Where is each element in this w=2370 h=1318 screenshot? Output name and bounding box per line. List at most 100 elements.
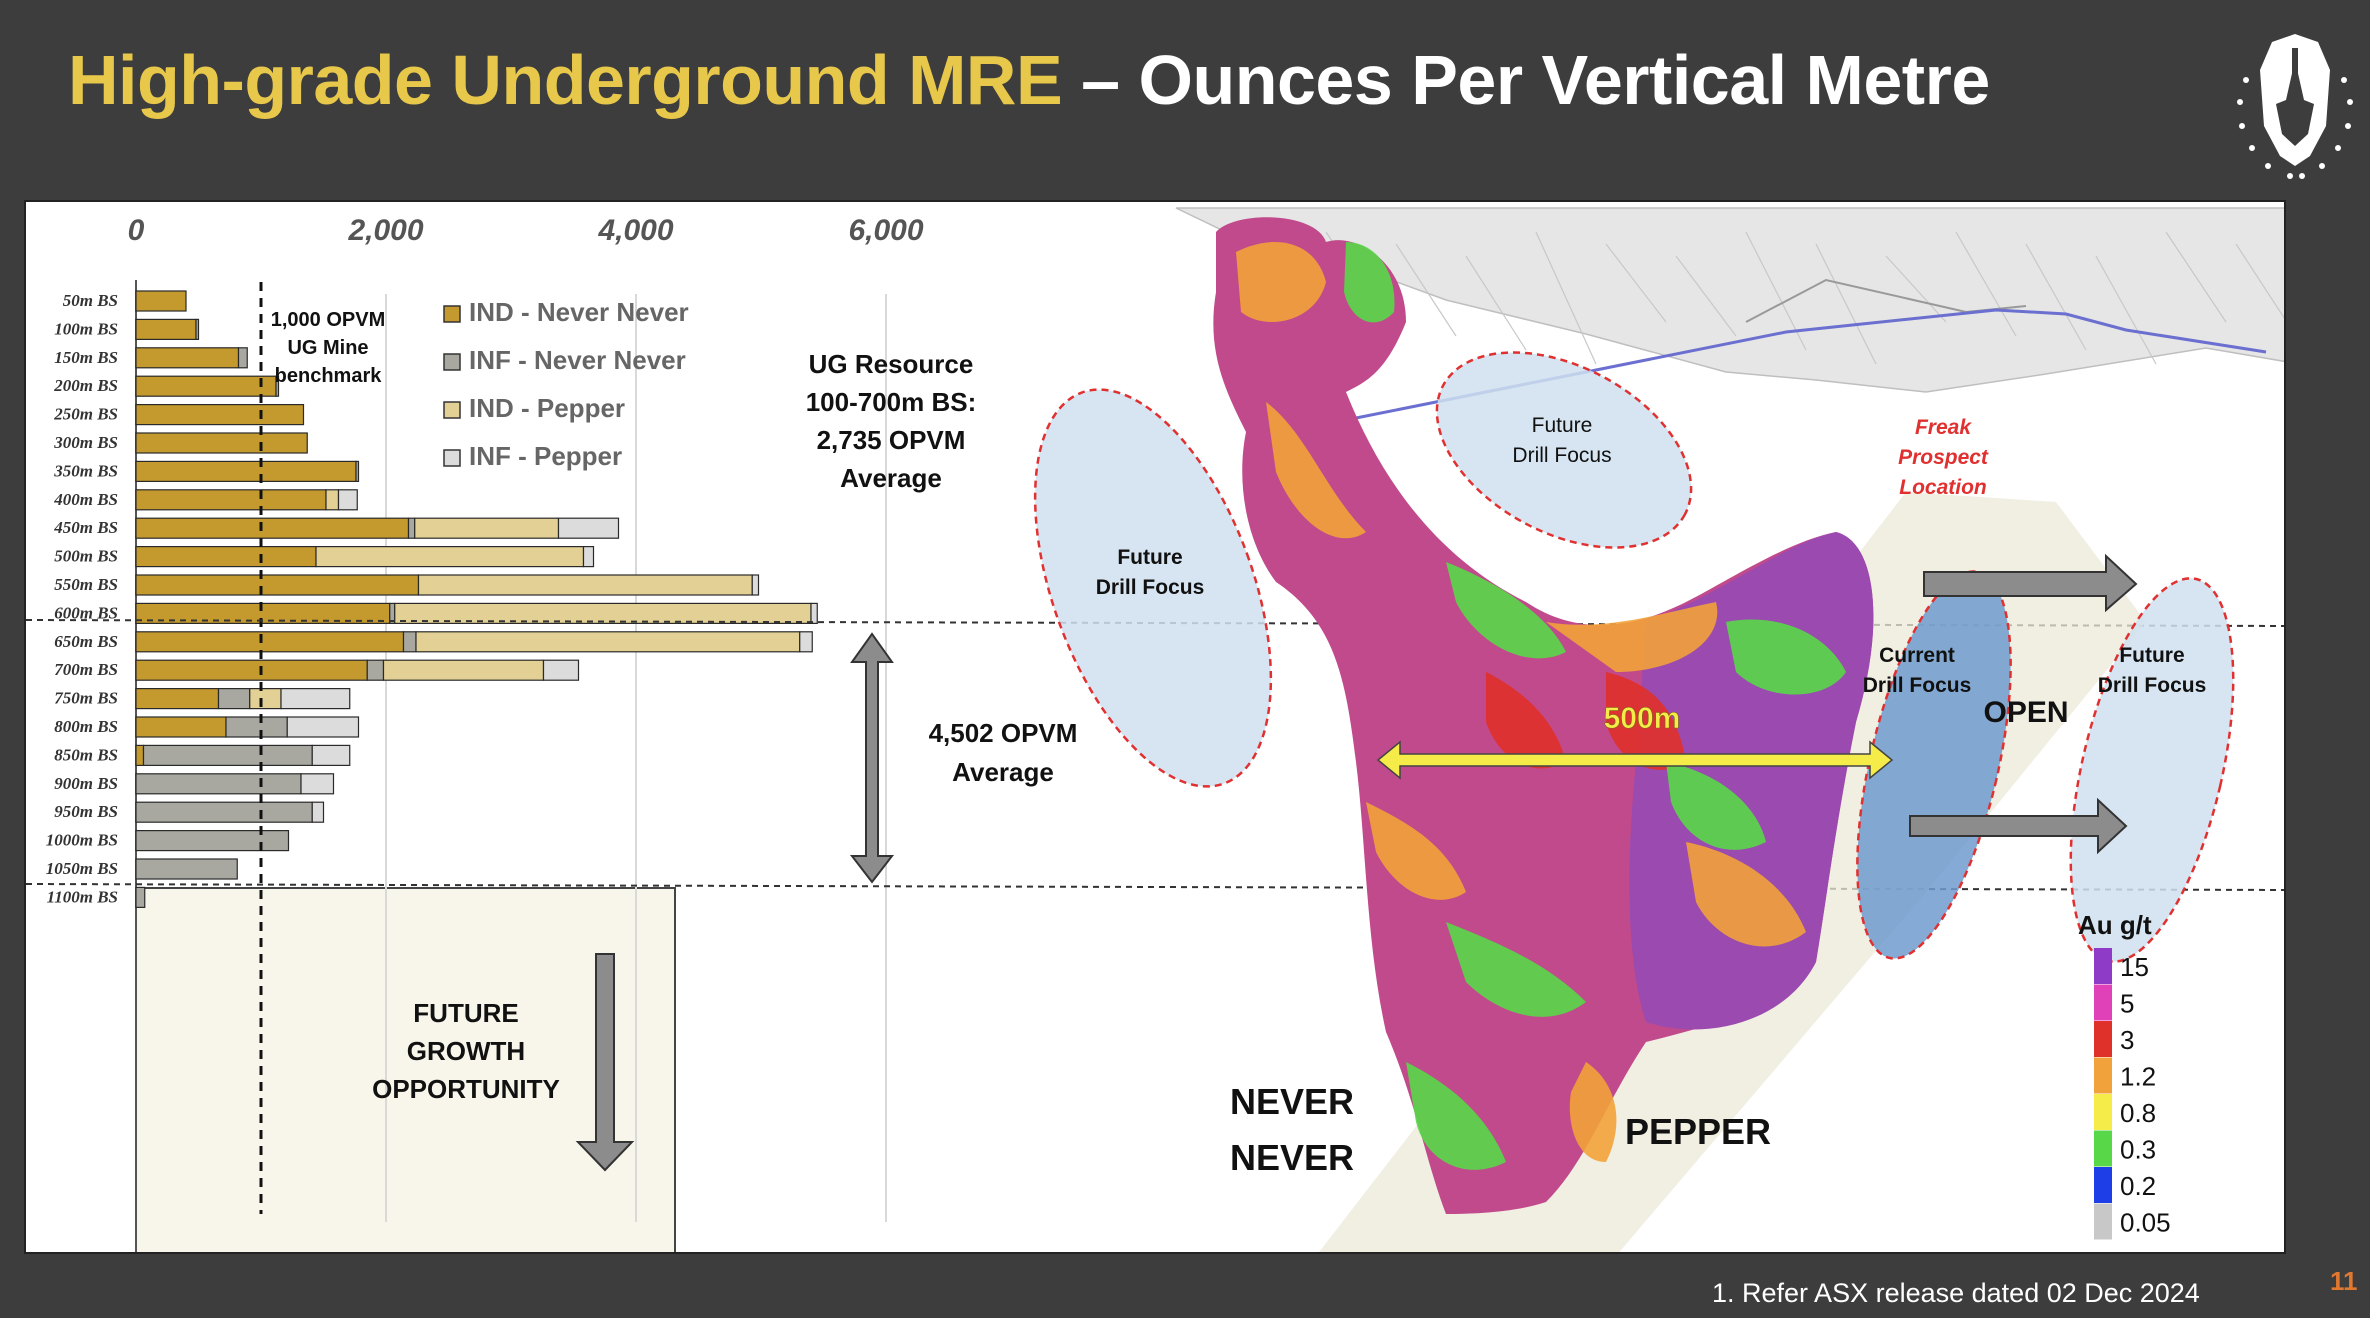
opvm-average-annotation: 4,502 OPVM — [929, 718, 1078, 748]
bar-segment — [135, 432, 308, 454]
bar-segment — [751, 574, 760, 596]
freak-prospect-label: Prospect — [1898, 446, 1989, 469]
bar-segment — [417, 574, 753, 596]
bar-segment — [135, 460, 357, 482]
bar-segment — [311, 801, 325, 823]
bar-segment — [135, 858, 238, 880]
legend-label: IND - Never Never — [469, 297, 689, 327]
drill-focus-label: Drill Focus — [1863, 674, 1972, 697]
bar-segment — [810, 602, 818, 624]
future-growth-label: OPPORTUNITY — [372, 1074, 560, 1104]
grade-legend-swatch — [2094, 1167, 2112, 1203]
category-label: 50m BS — [63, 291, 118, 310]
category-label: 200m BS — [53, 376, 118, 395]
bar-segment — [135, 773, 302, 795]
bar-segment — [311, 744, 351, 767]
category-label: 1100m BS — [47, 887, 118, 906]
x-tick-label: 0 — [128, 214, 145, 247]
x-tick-label: 4,000 — [597, 214, 673, 247]
drill-focus-label: Future — [2119, 644, 2184, 667]
bar-segment — [135, 659, 368, 681]
grade-legend-swatch — [2094, 1094, 2112, 1130]
bar-segment — [414, 517, 560, 539]
bar-segment — [382, 659, 545, 681]
bar-segment — [135, 489, 327, 511]
bar-segment — [582, 546, 595, 568]
bar-segment — [217, 688, 251, 710]
bar-segment — [135, 318, 197, 341]
legend-swatch — [443, 305, 461, 323]
category-label: 1000m BS — [46, 831, 118, 850]
grade-legend-label: 0.8 — [2120, 1098, 2156, 1128]
x-tick-label: 6,000 — [848, 214, 923, 247]
helmet-logo-icon — [2237, 34, 2353, 179]
chart-panel: 0 2,000 4,000 6,000 50m BS 100m BS 150m BS 200m… — [24, 200, 2286, 1254]
bar-segment — [315, 546, 585, 568]
drill-focus-label: Current — [1879, 644, 1955, 667]
legend-label: INF - Pepper — [469, 441, 622, 471]
grade-legend-swatch — [2094, 1203, 2112, 1240]
legend-label: INF - Never Never — [469, 345, 686, 375]
grade-legend-label: 3 — [2120, 1025, 2134, 1055]
drill-focus-label: Drill Focus — [2098, 674, 2207, 697]
bar-segment — [286, 716, 360, 738]
ug-resource-annotation: UG Resource — [809, 349, 974, 379]
grade-legend-swatch — [2094, 1057, 2112, 1094]
category-label: 400m BS — [53, 490, 118, 509]
bar-segment — [300, 773, 335, 795]
bar-segment — [407, 517, 416, 539]
bar-segment — [142, 744, 313, 767]
bar-segment — [249, 688, 282, 710]
bar-segment — [542, 659, 580, 681]
bar-segment — [135, 631, 405, 653]
bar-segment — [135, 744, 145, 767]
benchmark-label: UG Mine — [287, 337, 368, 359]
category-label: 100m BS — [54, 319, 118, 338]
grade-legend-swatch — [2094, 948, 2112, 984]
bar-segment — [325, 489, 340, 511]
bar-segment — [799, 631, 813, 653]
deposit-label-never-never: NEVER — [1230, 1137, 1354, 1178]
category-label: 550m BS — [54, 575, 118, 594]
freak-prospect-label: Freak — [1915, 416, 1972, 439]
open-label: OPEN — [1983, 696, 2068, 729]
future-growth-label: FUTURE — [413, 998, 518, 1028]
bar-segment — [195, 318, 200, 341]
category-label: 750m BS — [54, 689, 118, 708]
drill-focus-label: Future — [1532, 414, 1593, 437]
category-label: 700m BS — [54, 660, 118, 679]
legend-swatch — [443, 401, 461, 419]
bar-segment — [135, 801, 313, 823]
drill-focus-label: Drill Focus — [1512, 444, 1611, 467]
benchmark-label: benchmark — [275, 365, 383, 387]
category-label: 300m BS — [53, 433, 118, 452]
category-label: 950m BS — [54, 802, 118, 821]
bar-segment — [135, 574, 420, 596]
grade-legend-label: 0.3 — [2120, 1135, 2156, 1165]
bar-segment — [355, 460, 360, 482]
chart-canvas: 0 2,000 4,000 6,000 50m BS 100m BS 150m BS 200m… — [26, 207, 2284, 1252]
bar-segment — [135, 829, 290, 852]
bar-segment — [135, 404, 305, 426]
future-growth-box — [135, 887, 676, 1252]
bar-segment — [237, 347, 248, 369]
bar-segment — [225, 716, 288, 738]
grade-legend-swatch — [2094, 984, 2112, 1021]
freak-prospect-label: Location — [1899, 476, 1987, 499]
bar-segment — [337, 489, 358, 511]
bar-segment — [402, 631, 417, 653]
bar-segment — [415, 631, 801, 653]
x-tick-label: 2,000 — [347, 214, 423, 247]
opvm-average-annotation: Average — [952, 757, 1054, 787]
ug-resource-annotation: Average — [840, 463, 942, 493]
scale-label: 500m — [1604, 702, 1681, 735]
bar-segment — [135, 290, 187, 312]
ug-resource-annotation: 2,735 OPVM — [817, 425, 966, 455]
category-label: 250m BS — [53, 405, 118, 424]
bar-segment — [135, 517, 410, 539]
category-label: 850m BS — [54, 745, 118, 764]
grade-legend-title: Au g/t — [2078, 910, 2152, 940]
bar-segment — [135, 886, 146, 909]
footnote: 1. Refer ASX release dated 02 Dec 2024 — [1712, 1278, 2200, 1308]
slide-title-rest: – Ounces Per Vertical Metre — [1062, 41, 1990, 119]
